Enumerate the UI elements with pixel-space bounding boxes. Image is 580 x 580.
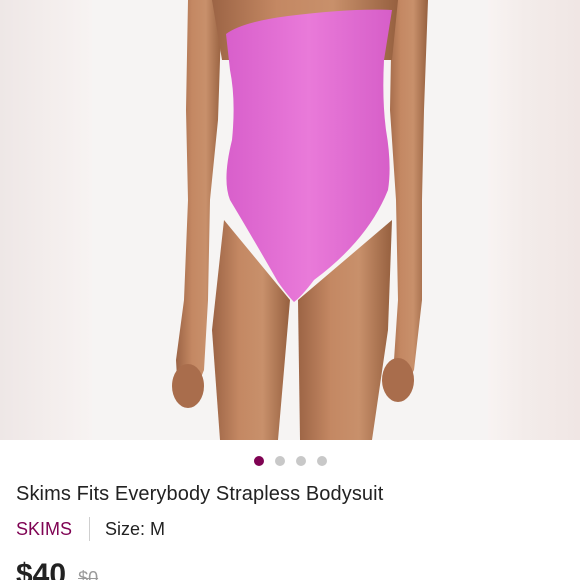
listing-page: Skims Fits Everybody Strapless Bodysuit … [0, 0, 580, 580]
gallery-pagination [0, 454, 580, 468]
size-label: Size: M [105, 518, 166, 539]
pagination-dot-2[interactable] [274, 456, 285, 466]
right-hand [382, 358, 414, 402]
brand-link[interactable]: SKIMS [16, 519, 72, 540]
price-row: $40 $0 [16, 558, 98, 580]
image-gallery[interactable] [0, 0, 580, 440]
left-hand [172, 364, 204, 408]
meta-divider [89, 517, 91, 541]
pagination-dot-1[interactable] [253, 456, 264, 466]
pagination-dot-3[interactable] [295, 456, 306, 466]
model-illustration [172, 0, 428, 440]
original-price: $0 [78, 568, 99, 580]
previous-photo-peek[interactable] [0, 0, 92, 440]
right-arm [386, 0, 428, 400]
product-meta: SKIMS Size: M [16, 517, 165, 541]
product-title: Skims Fits Everybody Strapless Bodysuit [16, 483, 384, 505]
next-photo-peek[interactable] [488, 0, 580, 440]
product-photo[interactable] [92, 0, 488, 440]
pagination-dot-4[interactable] [316, 456, 327, 466]
listing-price: $40 [16, 558, 67, 580]
